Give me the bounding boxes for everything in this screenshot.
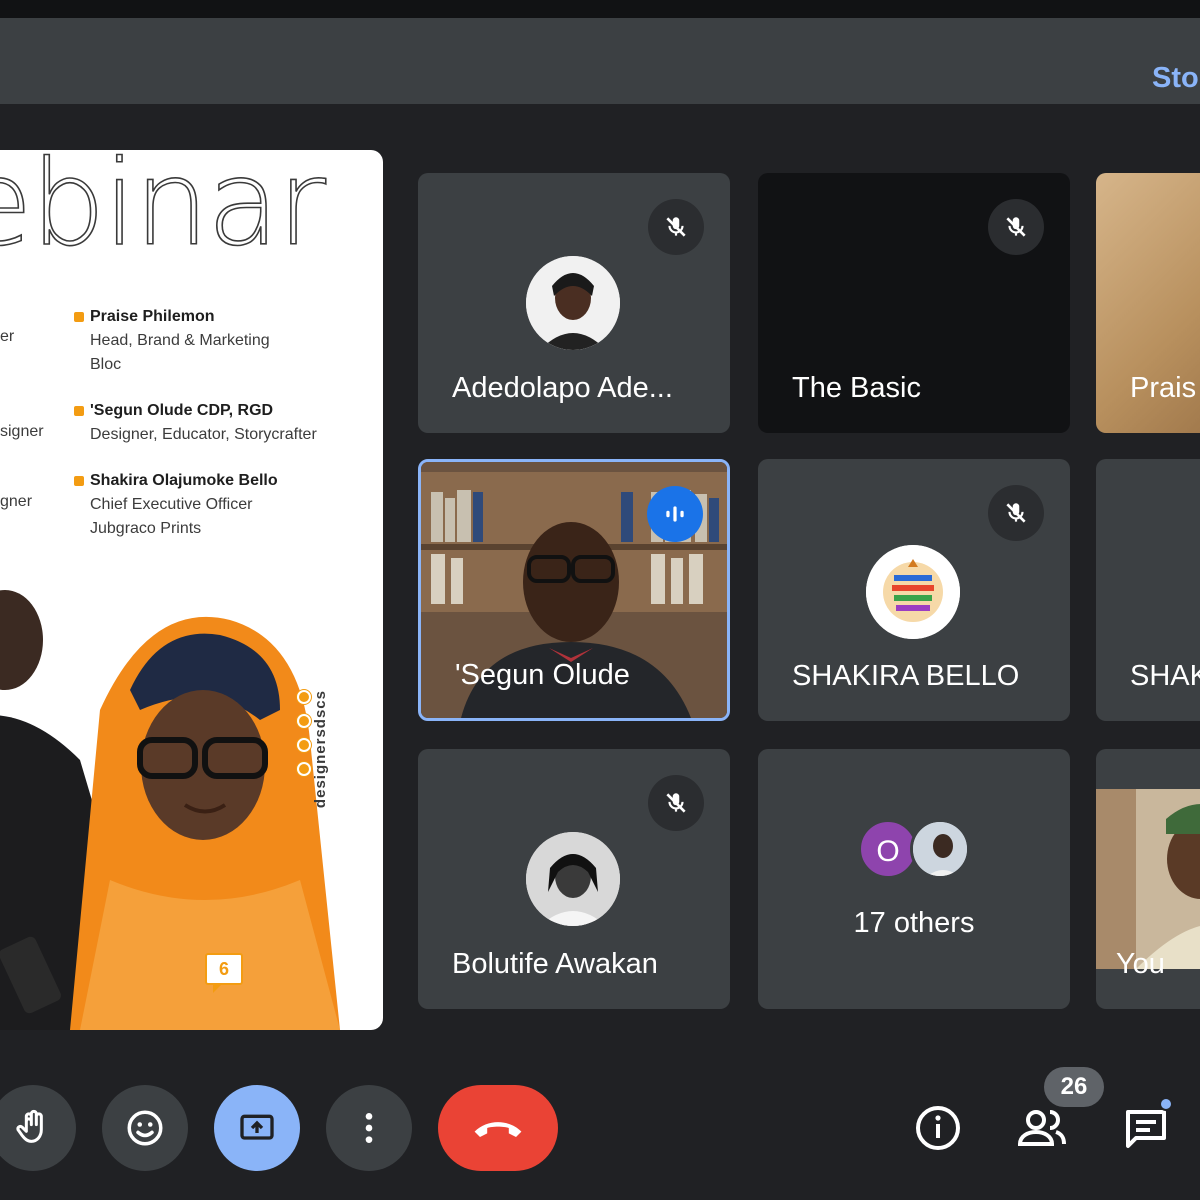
participant-tile-active-speaker[interactable]: 'Segun Olude (418, 459, 730, 721)
youtube-icon (297, 714, 311, 728)
slide-title: ebinar (0, 150, 383, 270)
others-tile[interactable]: O 17 others (758, 749, 1070, 1009)
more-vert-icon (365, 1113, 373, 1143)
avatar (910, 819, 970, 879)
leave-call-button[interactable] (438, 1085, 558, 1171)
speaker-entry: 'Segun Olude CDP, RGD Designer, Educator… (74, 399, 317, 447)
participant-name: The Basic (792, 372, 921, 404)
participant-name: SHAKIRA BELLO (792, 660, 1020, 692)
speech-bubble-icon (74, 476, 84, 486)
participant-tile[interactable]: Prais (1096, 173, 1200, 433)
avatar (526, 832, 620, 926)
slide-page-number: 6 (205, 953, 243, 993)
slide-fragment: gner (0, 493, 33, 510)
top-strip (0, 0, 1200, 18)
participant-tile[interactable]: The Basic (758, 173, 1070, 433)
self-view-tile[interactable]: You (1096, 749, 1200, 1009)
participant-name: Bolutife Awakan (452, 948, 658, 980)
mic-off-icon (988, 485, 1044, 541)
participant-tile[interactable]: SHAK (1096, 459, 1200, 721)
raise-hand-button[interactable] (0, 1085, 76, 1171)
chat-icon (1126, 1110, 1166, 1148)
participant-name: 'Segun Olude (455, 659, 630, 691)
present-screen-icon (240, 1114, 274, 1140)
slide-fragment: er (0, 328, 15, 345)
others-count-label: 17 others (853, 907, 975, 939)
participant-tile[interactable]: Bolutife Awakan (418, 749, 730, 1009)
avatar (526, 256, 620, 350)
speaker-role: Chief Executive Officer (90, 496, 253, 513)
speech-bubble-icon (74, 406, 84, 416)
linkedin-icon (297, 690, 311, 704)
participant-count-badge: 26 (1044, 1067, 1104, 1107)
participants-button[interactable] (1014, 1100, 1070, 1156)
self-video (1096, 789, 1200, 969)
speaker-role: Designer, Educator, Storycrafter (90, 426, 317, 443)
speaker-org: Jubgraco Prints (90, 520, 202, 537)
new-message-indicator (1159, 1097, 1173, 1111)
participant-name: Prais (1130, 372, 1197, 404)
mic-off-icon (648, 199, 704, 255)
social-links: designersdscs (290, 690, 330, 810)
participant-name: You (1116, 948, 1165, 980)
instagram-icon (297, 762, 311, 776)
top-banner: Sto (0, 18, 1200, 104)
banner-action-link[interactable]: Sto (1152, 62, 1199, 95)
participant-tile[interactable]: SHAKIRA BELLO (758, 459, 1070, 721)
speaker-role: Head, Brand & Marketing (90, 332, 270, 349)
slide-fragment: signer (0, 423, 44, 440)
participant-name: Adedolapo Ade... (452, 372, 673, 404)
twitter-icon (297, 738, 311, 752)
mic-off-icon (988, 199, 1044, 255)
speaker-entry: Praise Philemon Head, Brand & Marketing … (74, 305, 270, 377)
participant-name: SHAK (1130, 660, 1200, 692)
reactions-button[interactable] (102, 1085, 188, 1171)
social-handle: designersdscs (312, 690, 329, 809)
hang-up-icon (474, 1122, 522, 1137)
emoji-icon (127, 1110, 163, 1146)
people-icon (1017, 1110, 1066, 1146)
audio-level-icon (647, 486, 703, 542)
present-screen-button[interactable] (214, 1085, 300, 1171)
speaker-name: 'Segun Olude CDP, RGD (90, 402, 274, 419)
presentation-slide: ebinar er signer gner Praise Philemon He… (0, 150, 383, 1030)
speaker-org: Bloc (90, 356, 122, 373)
more-options-button[interactable] (326, 1085, 412, 1171)
avatar (866, 545, 960, 639)
speaker-name: Shakira Olajumoke Bello (90, 472, 278, 489)
speech-bubble-icon (74, 312, 84, 322)
participant-tile[interactable]: Adedolapo Ade... (418, 173, 730, 433)
speaker-name: Praise Philemon (90, 308, 215, 325)
info-icon (916, 1106, 960, 1150)
speaker-entry: Shakira Olajumoke Bello Chief Executive … (74, 469, 278, 541)
avatar-initial: O (858, 819, 918, 879)
hand-icon (16, 1109, 43, 1143)
slide-title-text: ebinar (0, 150, 327, 270)
mic-off-icon (648, 775, 704, 831)
meeting-details-button[interactable] (910, 1100, 966, 1156)
